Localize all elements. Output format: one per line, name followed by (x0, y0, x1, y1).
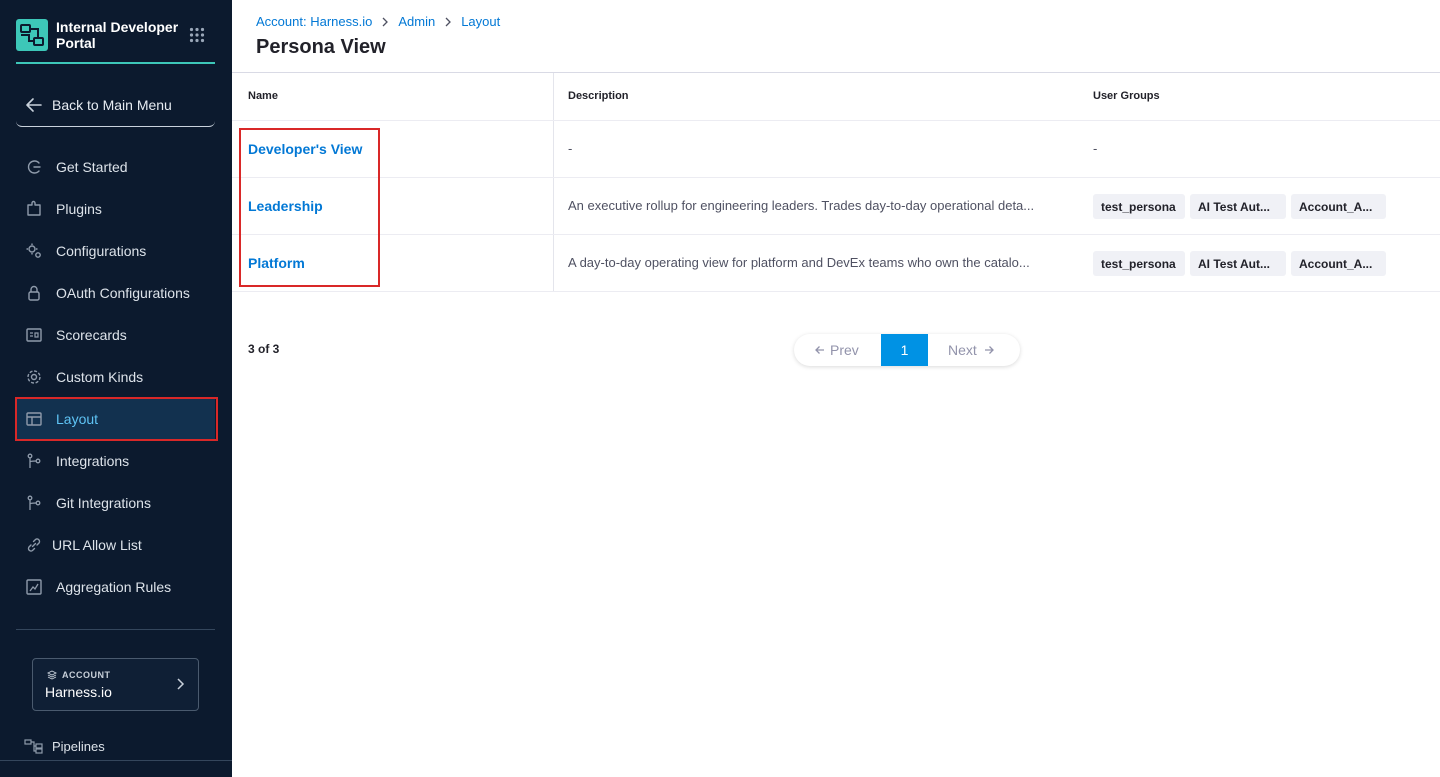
account-caption-text: ACCOUNT (62, 670, 111, 680)
chevron-right-icon (445, 17, 452, 26)
next-page-button[interactable]: Next (928, 334, 1020, 366)
prev-label: Prev (830, 342, 859, 358)
user-group-tag: test_persona (1093, 251, 1185, 276)
page-title: Persona View (256, 36, 386, 58)
sidebar-item-configurations[interactable]: Configurations (16, 230, 215, 272)
pagination: Prev 1 Next (794, 334, 1020, 366)
persona-table: Name Description User Groups Developer's… (232, 73, 1440, 292)
sidebar-item-label: OAuth Configurations (56, 285, 190, 301)
account-switcher[interactable]: ACCOUNT Harness.io (32, 658, 199, 711)
sidebar-item-label: Configurations (56, 243, 147, 259)
next-label: Next (948, 342, 977, 358)
sidebar-item-plugins[interactable]: Plugins (16, 188, 215, 230)
layout-icon (24, 409, 44, 429)
sidebar-item-scorecards[interactable]: Scorecards (16, 314, 215, 356)
sidebar-nav: Get Started Plugins Configurations OAuth… (15, 146, 218, 608)
table-header: Name Description User Groups (232, 73, 1440, 121)
user-group-tag: Account_A... (1291, 251, 1386, 276)
sidebar-item-label: URL Allow List (52, 537, 142, 553)
column-header-name[interactable]: Name (248, 90, 278, 102)
sidebar-item-url-allow-list[interactable]: URL Allow List (16, 524, 215, 566)
sidebar-item-label: Integrations (56, 453, 130, 469)
persona-name-link[interactable]: Developer's View (248, 141, 362, 157)
layers-icon (47, 670, 57, 680)
chevron-right-icon (177, 678, 185, 690)
prev-page-button[interactable]: Prev (794, 334, 881, 366)
table-row[interactable]: Leadership An executive rollup for engin… (232, 178, 1440, 235)
breadcrumb: Account: Harness.io Admin Layout (256, 14, 500, 29)
account-name: Harness.io (45, 684, 112, 700)
brand-header: Internal Developer Portal (16, 15, 215, 64)
sidebar-item-integrations[interactable]: Integrations (16, 440, 215, 482)
get-started-icon (24, 157, 44, 177)
sidebar-item-label: Custom Kinds (56, 369, 144, 385)
sidebar: Internal Developer Portal Back to Main M… (0, 0, 232, 777)
page-button-current[interactable]: 1 (881, 334, 928, 366)
pipelines-icon (24, 739, 43, 754)
main-content: Account: Harness.io Admin Layout Persona… (232, 0, 1440, 777)
sidebar-item-oauth-configurations[interactable]: OAuth Configurations (16, 272, 215, 314)
persona-groups: test_persona AI Test Aut... Account_A... (1093, 194, 1386, 219)
result-count: 3 of 3 (248, 342, 280, 356)
sidebar-bottom-divider (0, 760, 232, 761)
column-header-description: Description (568, 90, 629, 102)
persona-description: A day-to-day operating view for platform… (568, 255, 1030, 270)
brand-title: Internal Developer Portal (56, 19, 179, 51)
persona-groups: test_persona AI Test Aut... Account_A... (1093, 251, 1386, 276)
lock-icon (24, 283, 44, 303)
sidebar-item-label: Git Integrations (56, 495, 151, 511)
table-row[interactable]: Platform A day-to-day operating view for… (232, 235, 1440, 292)
sidebar-divider (16, 629, 215, 630)
arrow-right-icon (984, 346, 994, 354)
column-header-user-groups: User Groups (1093, 90, 1160, 102)
scorecard-icon (24, 325, 44, 345)
sidebar-item-label: Layout (56, 411, 99, 427)
gear-icon (24, 367, 44, 387)
configurations-icon (24, 241, 44, 261)
sidebar-item-custom-kinds[interactable]: Custom Kinds (16, 356, 215, 398)
persona-name-link[interactable]: Leadership (248, 198, 323, 214)
sidebar-item-label: Plugins (56, 201, 102, 217)
idp-logo-icon[interactable] (16, 19, 48, 51)
table-row[interactable]: Developer's View - - (232, 121, 1440, 178)
breadcrumb-account[interactable]: Account: Harness.io (256, 14, 372, 29)
arrow-left-icon (26, 98, 42, 112)
persona-description: - (568, 141, 573, 156)
integrations-icon (24, 451, 44, 471)
sidebar-item-get-started[interactable]: Get Started (16, 146, 215, 188)
back-to-main-menu[interactable]: Back to Main Menu (16, 84, 215, 127)
arrow-left-icon (815, 346, 824, 354)
persona-name-link[interactable]: Platform (248, 255, 305, 271)
user-group-tag: test_persona (1093, 194, 1185, 219)
git-icon (24, 493, 44, 513)
breadcrumb-layout[interactable]: Layout (461, 14, 500, 29)
user-group-tag: Account_A... (1291, 194, 1386, 219)
aggregation-icon (24, 577, 44, 597)
app-grid-icon[interactable] (189, 27, 205, 43)
link-icon (24, 535, 44, 555)
sidebar-item-aggregation-rules[interactable]: Aggregation Rules (16, 566, 215, 608)
sidebar-item-label: Scorecards (56, 327, 127, 343)
sidebar-item-pipelines[interactable]: Pipelines (24, 735, 105, 757)
breadcrumb-admin[interactable]: Admin (398, 14, 435, 29)
sidebar-item-layout[interactable]: Layout (15, 397, 218, 441)
persona-description: An executive rollup for engineering lead… (568, 198, 1035, 213)
account-caption: ACCOUNT (47, 670, 111, 680)
plugins-icon (24, 199, 44, 219)
persona-groups-empty: - (1093, 141, 1098, 156)
user-group-tag: AI Test Aut... (1190, 251, 1286, 276)
back-label: Back to Main Menu (52, 97, 172, 113)
chevron-right-icon (382, 17, 389, 26)
pipelines-label: Pipelines (52, 738, 105, 754)
sidebar-item-git-integrations[interactable]: Git Integrations (16, 482, 215, 524)
sidebar-item-label: Get Started (56, 159, 128, 175)
user-group-tag: AI Test Aut... (1190, 194, 1286, 219)
sidebar-item-label: Aggregation Rules (56, 579, 172, 595)
